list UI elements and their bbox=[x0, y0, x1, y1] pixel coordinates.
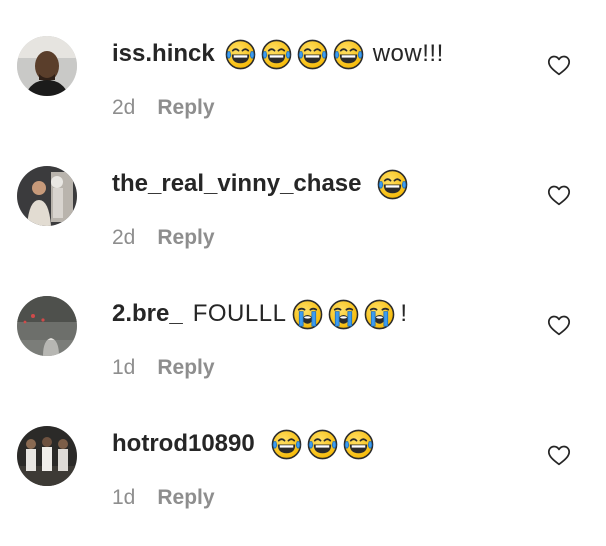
comment-meta: 2d Reply bbox=[112, 226, 215, 250]
avatar[interactable] bbox=[17, 36, 77, 96]
emoji-group bbox=[377, 169, 413, 200]
loudly-crying-icon bbox=[292, 299, 323, 330]
comment-line: the_real_vinny_chase bbox=[112, 166, 413, 202]
emoji-group bbox=[292, 299, 400, 330]
heart-outline-icon bbox=[547, 445, 571, 466]
comment-meta: 1d Reply bbox=[112, 356, 215, 380]
tears-of-joy-icon bbox=[271, 429, 302, 460]
comment-item: iss.hinck wow!!! 2d Reply bbox=[0, 0, 606, 130]
avatar[interactable] bbox=[17, 166, 77, 226]
comment-timestamp[interactable]: 2d bbox=[112, 96, 135, 120]
tears-of-joy-icon bbox=[333, 39, 364, 70]
heart-outline-icon bbox=[547, 55, 571, 76]
tears-of-joy-icon bbox=[297, 39, 328, 70]
reply-button[interactable]: Reply bbox=[157, 486, 214, 510]
heart-outline-icon bbox=[547, 315, 571, 336]
emoji-group bbox=[271, 429, 379, 460]
comment-timestamp[interactable]: 2d bbox=[112, 226, 135, 250]
comment-item: the_real_vinny_chase 2d Reply bbox=[0, 130, 606, 260]
tears-of-joy-icon bbox=[225, 39, 256, 70]
comment-meta: 2d Reply bbox=[112, 96, 215, 120]
heart-outline-icon bbox=[547, 185, 571, 206]
username-link[interactable]: iss.hinck bbox=[112, 40, 215, 68]
like-button[interactable] bbox=[546, 312, 572, 338]
reply-button[interactable]: Reply bbox=[157, 226, 214, 250]
tears-of-joy-icon bbox=[377, 169, 408, 200]
reply-button[interactable]: Reply bbox=[157, 356, 214, 380]
comment-line: 2.bre_ FOULLL ! bbox=[112, 296, 408, 332]
avatar-photo bbox=[17, 426, 77, 486]
tears-of-joy-icon bbox=[343, 429, 374, 460]
comment-list: iss.hinck wow!!! 2d Reply the_real_vinny… bbox=[0, 0, 606, 546]
username-link[interactable]: 2.bre_ bbox=[112, 300, 183, 328]
comment-item: hotrod10890 1d Reply bbox=[0, 390, 606, 520]
comment-item: 2.bre_ FOULLL ! 1d Reply bbox=[0, 260, 606, 390]
avatar-photo bbox=[17, 166, 77, 226]
avatar[interactable] bbox=[17, 296, 77, 356]
like-button[interactable] bbox=[546, 442, 572, 468]
comment-text: wow!!! bbox=[372, 40, 444, 67]
comment-line: iss.hinck wow!!! bbox=[112, 36, 444, 72]
username-link[interactable]: hotrod10890 bbox=[112, 430, 255, 458]
like-button[interactable] bbox=[546, 182, 572, 208]
loudly-crying-icon bbox=[364, 299, 395, 330]
avatar[interactable] bbox=[17, 426, 77, 486]
comment-text: ! bbox=[400, 300, 408, 327]
comment-timestamp[interactable]: 1d bbox=[112, 356, 135, 380]
loudly-crying-icon bbox=[328, 299, 359, 330]
emoji-group bbox=[225, 39, 369, 70]
comment-text-prefix: FOULLL bbox=[192, 300, 287, 327]
comment-timestamp[interactable]: 1d bbox=[112, 486, 135, 510]
comment-meta: 1d Reply bbox=[112, 486, 215, 510]
avatar-photo bbox=[17, 36, 77, 96]
tears-of-joy-icon bbox=[307, 429, 338, 460]
avatar-photo bbox=[17, 296, 77, 356]
like-button[interactable] bbox=[546, 52, 572, 78]
tears-of-joy-icon bbox=[261, 39, 292, 70]
comment-line: hotrod10890 bbox=[112, 426, 379, 462]
reply-button[interactable]: Reply bbox=[157, 96, 214, 120]
username-link[interactable]: the_real_vinny_chase bbox=[112, 170, 361, 198]
